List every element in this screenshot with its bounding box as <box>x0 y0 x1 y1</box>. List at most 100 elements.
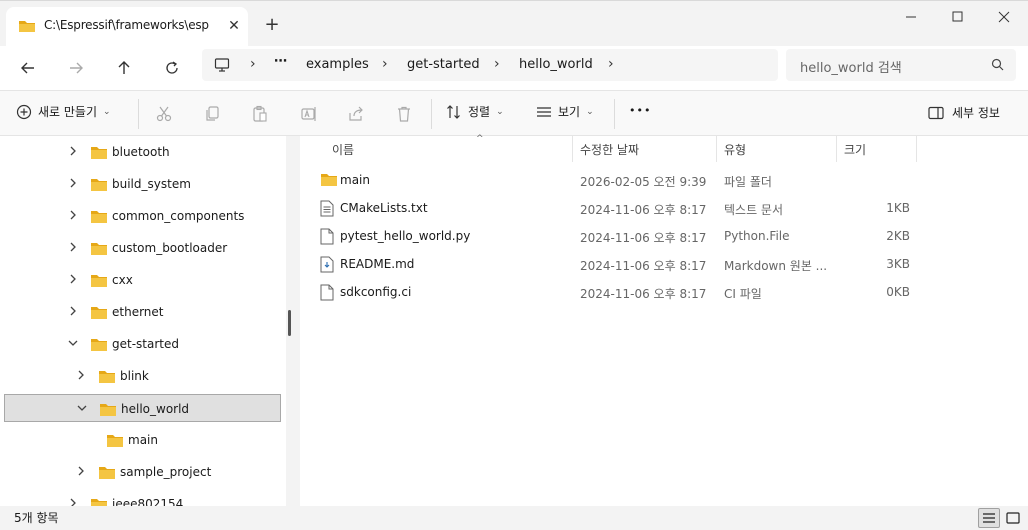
sidebar-item-hello-world[interactable]: hello_world <box>4 394 281 422</box>
breadcrumb-examples[interactable]: examples <box>306 57 369 72</box>
rename-icon <box>301 107 316 121</box>
sidebar-item-label: ethernet <box>112 305 164 319</box>
chevron-down-icon: ⌄ <box>586 106 594 117</box>
up-button[interactable] <box>108 54 140 82</box>
column-divider[interactable] <box>836 136 837 162</box>
sidebar-item-bluetooth[interactable]: bluetooth <box>4 138 281 166</box>
sidebar-item-main[interactable]: main <box>4 426 281 454</box>
sidebar-item-build-system[interactable]: build_system <box>4 170 281 198</box>
sidebar-item-blink[interactable]: blink <box>4 362 281 390</box>
sidebar-item-label: hello_world <box>121 402 190 416</box>
table-row[interactable]: main 2026-02-05 오전 9:39 파일 폴더 <box>300 166 1028 194</box>
arrow-right-icon <box>70 62 83 74</box>
delete-button[interactable] <box>393 103 415 125</box>
forward-button[interactable] <box>60 54 92 82</box>
table-row[interactable]: pytest_hello_world.py 2024-11-06 오후 8:17 P… <box>300 222 1028 250</box>
chevron-right-icon[interactable] <box>67 305 79 317</box>
table-row[interactable]: sdkconfig.ci 2024-11-06 오후 8:17 CI 파일 0KB <box>300 278 1028 306</box>
navigation-bar: › ⋯ examples › get-started › hello_world… <box>0 46 1028 90</box>
chevron-right-icon[interactable] <box>67 273 79 285</box>
rename-button[interactable] <box>298 103 320 125</box>
file-date: 2024-11-06 오후 8:17 <box>580 259 707 273</box>
window-tab[interactable]: C:\Espressif\frameworks\esp ✕ <box>6 7 248 47</box>
arrow-left-icon <box>21 62 34 74</box>
sort-icon <box>447 104 460 119</box>
new-tab-button[interactable]: + <box>262 15 282 35</box>
sidebar-item-sample-project[interactable]: sample_project <box>4 458 281 486</box>
column-divider[interactable] <box>916 136 917 162</box>
share-button[interactable] <box>345 103 367 125</box>
details-view-button[interactable] <box>978 508 1000 528</box>
chevron-right-icon[interactable] <box>75 369 87 381</box>
chevron-down-icon[interactable] <box>67 337 79 349</box>
divider <box>138 99 139 129</box>
column-header-name[interactable]: ^ 이름 <box>332 134 572 162</box>
column-header-name-label: 이름 <box>332 143 355 157</box>
table-row[interactable]: CMakeLists.txt 2024-11-06 오후 8:17 텍스트 문서 1K… <box>300 194 1028 222</box>
copy-button[interactable] <box>201 103 223 125</box>
maximize-button[interactable] <box>934 5 980 29</box>
details-pane-button[interactable]: 세부 정보 <box>928 104 1000 121</box>
details-view-icon <box>983 513 995 523</box>
breadcrumb-get-started[interactable]: get-started <box>407 57 480 72</box>
chevron-down-icon: ⌄ <box>496 106 504 117</box>
folder-icon <box>90 241 108 259</box>
view-button[interactable]: 보기 ⌄ <box>536 103 594 120</box>
chevron-down-icon[interactable] <box>76 402 88 414</box>
back-button[interactable] <box>12 54 44 82</box>
chevron-right-icon[interactable] <box>67 177 79 189</box>
sidebar-item-custom-bootloader[interactable]: custom_bootloader <box>4 234 281 262</box>
file-name: README.md <box>340 257 415 271</box>
chevron-right-icon[interactable] <box>67 241 79 253</box>
breadcrumb-ellipsis[interactable]: ⋯ <box>274 54 287 69</box>
sidebar-item-get-started[interactable]: get-started <box>4 330 281 358</box>
sidebar-item-label: cxx <box>112 273 133 287</box>
new-button[interactable]: 새로 만들기 ⌄ <box>16 103 111 120</box>
paste-button[interactable] <box>249 103 271 125</box>
sidebar-item-common-components[interactable]: common_components <box>4 202 281 230</box>
address-bar[interactable]: › ⋯ examples › get-started › hello_world… <box>202 49 778 81</box>
column-header-type[interactable]: 유형 <box>724 136 836 162</box>
chevron-down-icon: ⌄ <box>103 106 111 117</box>
file-icon <box>320 284 334 304</box>
column-divider[interactable] <box>572 136 573 162</box>
chevron-right-icon[interactable]: › <box>250 56 256 72</box>
refresh-button[interactable] <box>156 54 188 82</box>
cut-button[interactable] <box>153 103 175 125</box>
tiles-view-button[interactable] <box>1002 508 1024 528</box>
column-header-size[interactable]: 크기 <box>844 136 916 162</box>
chevron-right-icon[interactable] <box>67 145 79 157</box>
chevron-right-icon[interactable] <box>67 209 79 221</box>
chevron-right-icon[interactable] <box>75 465 87 477</box>
column-header-date[interactable]: 수정한 날짜 <box>580 136 716 162</box>
sidebar-item-ethernet[interactable]: ethernet <box>4 298 281 326</box>
sort-button-label: 정렬 <box>468 105 491 119</box>
computer-icon <box>214 57 230 76</box>
file-date: 2026-02-05 오전 9:39 <box>580 175 707 189</box>
chevron-right-icon[interactable]: › <box>494 56 500 72</box>
tiles-view-icon <box>1006 512 1020 524</box>
minimize-button[interactable] <box>888 5 934 29</box>
file-type: Markdown 원본 ... <box>724 259 828 273</box>
file-name: sdkconfig.ci <box>340 285 412 299</box>
breadcrumb-hello-world[interactable]: hello_world <box>519 57 593 72</box>
folder-icon <box>106 433 124 451</box>
sort-button[interactable]: 정렬 ⌄ <box>446 103 504 120</box>
sidebar-item-cxx[interactable]: cxx <box>4 266 281 294</box>
paste-icon <box>253 105 267 122</box>
share-icon <box>349 106 363 121</box>
more-options-button[interactable]: ••• <box>629 104 651 117</box>
file-date: 2024-11-06 오후 8:17 <box>580 287 707 301</box>
chevron-right-icon[interactable]: › <box>608 56 614 72</box>
table-row[interactable]: README.md 2024-11-06 오후 8:17 Markdown 원본 .… <box>300 250 1028 278</box>
close-window-button[interactable] <box>980 5 1026 29</box>
scrollbar-thumb[interactable] <box>288 310 291 336</box>
close-tab-icon[interactable]: ✕ <box>224 16 244 36</box>
search-placeholder: hello_world 검색 <box>800 61 902 76</box>
chevron-right-icon[interactable] <box>67 497 79 506</box>
search-input[interactable]: hello_world 검색 <box>786 49 1016 81</box>
column-divider[interactable] <box>716 136 717 162</box>
sidebar-item-label: main <box>128 433 158 447</box>
sidebar-item-ieee802154[interactable]: ieee802154 <box>4 490 281 506</box>
chevron-right-icon[interactable]: › <box>382 56 388 72</box>
